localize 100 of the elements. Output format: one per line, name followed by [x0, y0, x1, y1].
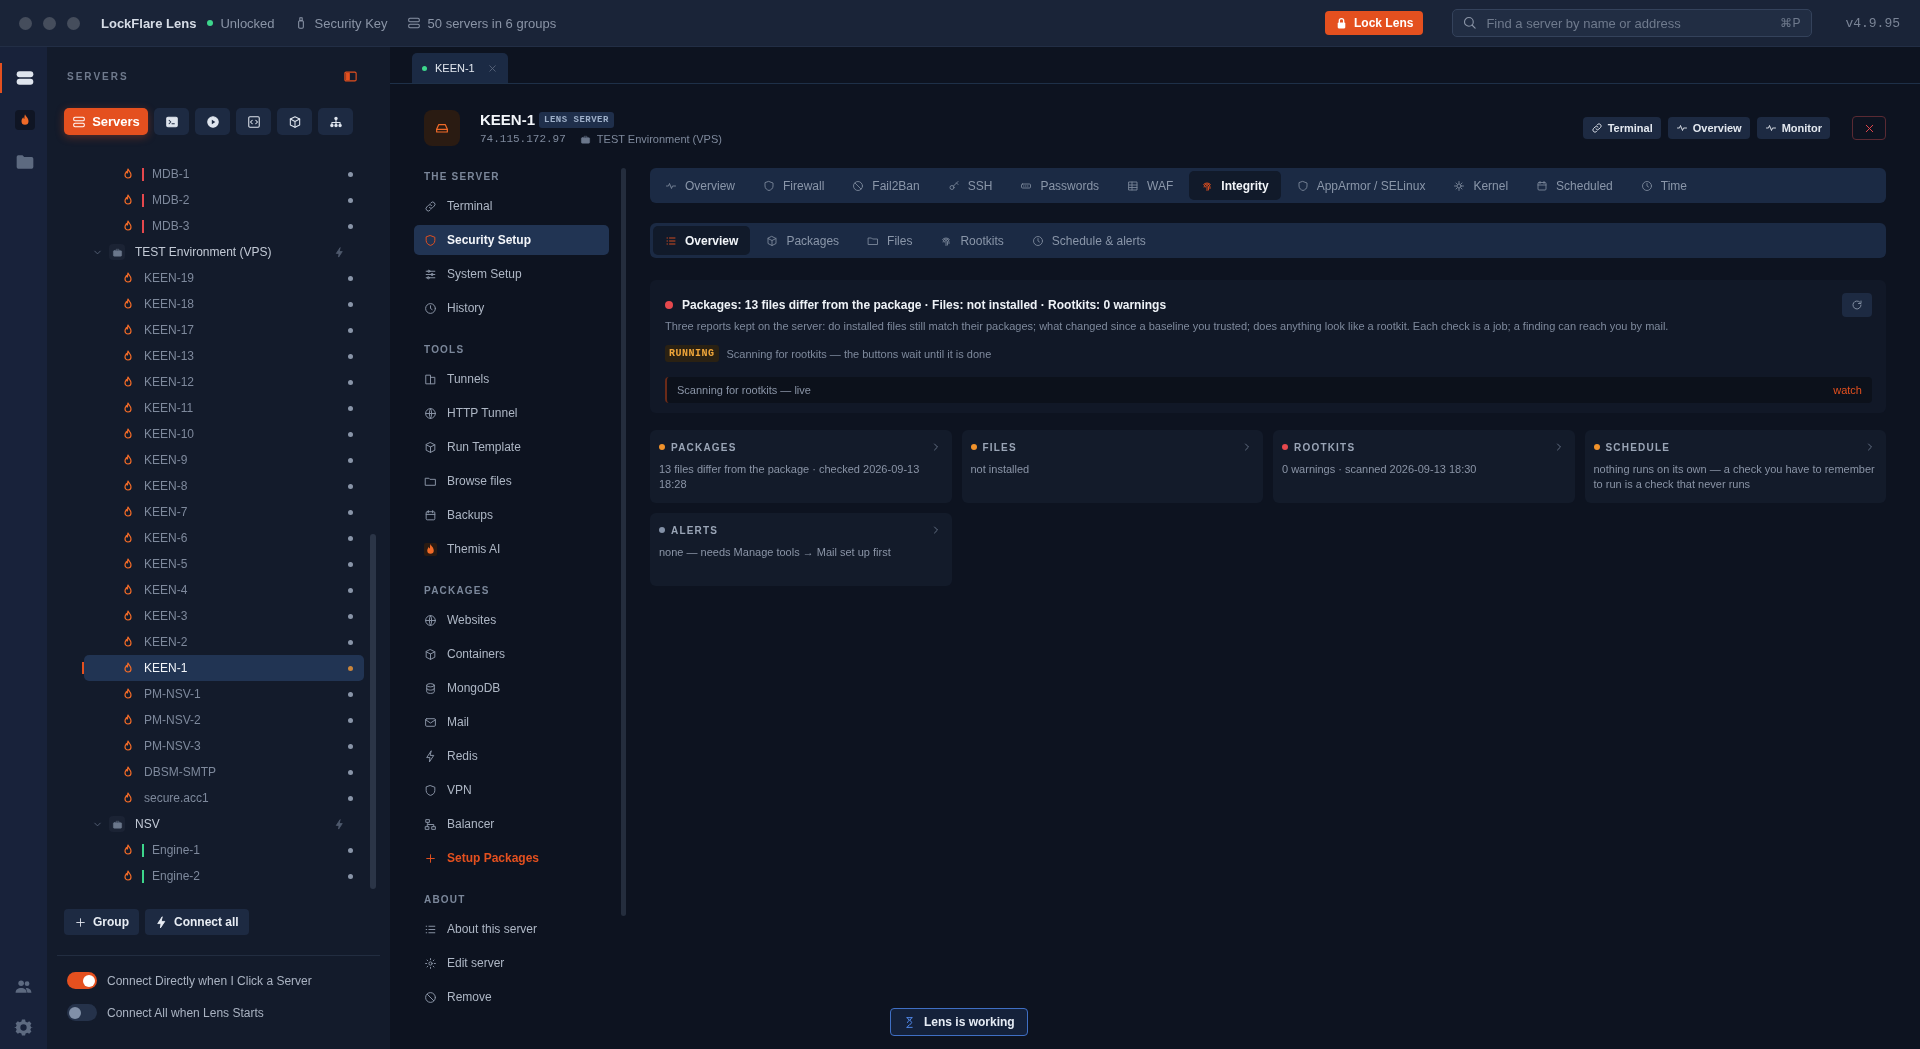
scrollbar-thumb[interactable] — [621, 168, 626, 916]
server-row[interactable]: KEEN-18 — [84, 291, 364, 317]
nav-item[interactable]: Security Setup — [414, 225, 609, 255]
toggle-switch[interactable] — [67, 1004, 97, 1021]
sidebar-tab[interactable] — [154, 108, 189, 135]
nav-item[interactable]: Browse files — [414, 466, 609, 496]
server-row[interactable]: KEEN-13 — [84, 343, 364, 369]
nav-item[interactable]: Setup Packages — [414, 843, 609, 873]
section-tab[interactable]: WAF — [1115, 171, 1186, 200]
overview-button[interactable]: Overview — [1667, 117, 1750, 139]
server-row[interactable]: MDB-1 — [84, 161, 364, 187]
server-row[interactable]: KEEN-6 — [84, 525, 364, 551]
scrollbar-thumb[interactable] — [370, 534, 376, 889]
nav-item[interactable]: Mail — [414, 707, 609, 737]
sidebar-tab[interactable] — [277, 108, 312, 135]
section-tab[interactable]: Time — [1628, 171, 1700, 200]
close-icon[interactable] — [486, 62, 498, 74]
section-tab[interactable]: Scheduled — [1524, 171, 1625, 200]
nav-item[interactable]: HTTP Tunnel — [414, 398, 609, 428]
add-group-button[interactable]: Group — [64, 909, 139, 935]
connect-all-button[interactable]: Connect all — [145, 909, 249, 935]
nav-item[interactable]: Containers — [414, 639, 609, 669]
view-tab[interactable]: Packages — [754, 226, 852, 255]
nav-item[interactable]: Balancer — [414, 809, 609, 839]
group-row[interactable]: TEST Environment (VPS) — [84, 239, 364, 265]
server-row[interactable]: KEEN-12 — [84, 369, 364, 395]
report-card[interactable]: ROOTKITS 0 warnings · scanned 2026-09-13 18:30 — [1273, 430, 1575, 503]
server-row[interactable]: KEEN-2 — [84, 629, 364, 655]
server-row[interactable]: secure.acc1 — [84, 785, 364, 811]
maximize-window-button[interactable] — [67, 16, 80, 30]
section-tab[interactable]: Firewall — [751, 171, 837, 200]
server-row[interactable]: KEEN-3 — [84, 603, 364, 629]
nav-item[interactable]: MongoDB — [414, 673, 609, 703]
section-tab[interactable]: Overview — [653, 171, 747, 200]
server-row[interactable]: KEEN-5 — [84, 551, 364, 577]
server-row[interactable]: PM-NSV-2 — [84, 707, 364, 733]
report-card[interactable]: FILES not installed — [961, 430, 1263, 503]
server-row[interactable]: KEEN-9 — [84, 447, 364, 473]
nav-item[interactable]: Edit server — [414, 948, 609, 978]
server-row[interactable]: PM-NSV-3 — [84, 733, 364, 759]
section-tab[interactable]: SSH — [935, 171, 1005, 200]
servers-tab[interactable]: Servers — [64, 108, 148, 135]
servers-summary: 50 servers in 6 groups — [427, 15, 557, 31]
nav-item[interactable]: About this server — [414, 914, 609, 944]
server-row[interactable]: Engine-2 — [84, 863, 364, 889]
server-row[interactable]: MDB-2 — [84, 187, 364, 213]
report-card[interactable]: PACKAGES 13 files differ from the package · checked 2026-09-13 18:28 — [650, 430, 952, 503]
status-dot — [348, 535, 353, 541]
server-row[interactable]: KEEN-4 — [84, 577, 364, 603]
server-row[interactable]: KEEN-19 — [84, 265, 364, 291]
nav-item[interactable]: Themis AI — [414, 534, 609, 564]
nav-item[interactable]: System Setup — [414, 259, 609, 289]
sidebar-tab[interactable] — [318, 108, 353, 135]
nav-item[interactable]: Remove — [414, 982, 609, 1012]
nav-item[interactable]: Tunnels — [414, 364, 609, 394]
server-row[interactable]: MDB-3 — [84, 213, 364, 239]
lightning-icon[interactable] — [334, 246, 345, 258]
server-row[interactable]: KEEN-1 — [84, 655, 364, 681]
server-row[interactable]: Engine-1 — [84, 837, 364, 863]
server-tab[interactable]: KEEN-1 — [412, 53, 508, 83]
settings-icon[interactable] — [14, 1018, 33, 1037]
close-window-button[interactable] — [19, 16, 32, 30]
view-tab[interactable]: Schedule & alerts — [1019, 226, 1158, 255]
toggle-switch[interactable] — [67, 972, 97, 989]
view-tab[interactable]: Files — [855, 226, 925, 255]
view-tab[interactable]: Rootkits — [928, 226, 1016, 255]
server-row[interactable]: DBSM-SMTP — [84, 759, 364, 785]
report-card[interactable]: SCHEDULE nothing runs on its own — a check you have to remember to run is a check that never runs — [1584, 430, 1886, 503]
nav-item[interactable]: Websites — [414, 605, 609, 635]
sidebar-tab[interactable] — [195, 108, 230, 135]
nav-item[interactable]: Terminal — [414, 191, 609, 221]
server-row[interactable]: KEEN-17 — [84, 317, 364, 343]
section-tab[interactable]: Kernel — [1441, 171, 1521, 200]
sidebar-tab[interactable] — [236, 108, 271, 135]
nav-item[interactable]: Redis — [414, 741, 609, 771]
panel-toggle-icon[interactable] — [343, 69, 358, 84]
lock-button[interactable]: Lock Lens — [1325, 11, 1424, 35]
section-tab[interactable]: Passwords — [1008, 171, 1112, 200]
nav-item[interactable]: VPN — [414, 775, 609, 805]
server-row[interactable]: KEEN-11 — [84, 395, 364, 421]
server-row[interactable]: KEEN-8 — [84, 473, 364, 499]
minimize-window-button[interactable] — [43, 16, 56, 30]
nav-item[interactable]: Run Template — [414, 432, 609, 462]
server-row[interactable]: KEEN-10 — [84, 421, 364, 447]
server-row[interactable]: KEEN-7 — [84, 499, 364, 525]
refresh-button[interactable] — [1842, 293, 1872, 317]
close-button[interactable] — [1852, 116, 1886, 140]
section-tab[interactable]: Integrity — [1189, 171, 1281, 200]
watch-link[interactable]: watch — [1833, 384, 1862, 396]
view-tab[interactable]: Overview — [653, 226, 751, 255]
server-row[interactable]: PM-NSV-1 — [84, 681, 364, 707]
lightning-icon[interactable] — [334, 818, 345, 830]
nav-item[interactable]: Backups — [414, 500, 609, 530]
report-card[interactable]: ALERTS none — needs Manage tools → Mail set up first — [650, 513, 952, 586]
group-row[interactable]: NSV — [84, 811, 364, 837]
terminal-button[interactable]: Terminal — [1582, 117, 1661, 139]
nav-item[interactable]: History — [414, 293, 609, 323]
section-tab[interactable]: AppArmor / SELinux — [1284, 171, 1438, 200]
section-tab[interactable]: Fail2Ban — [840, 171, 932, 200]
monitor-button[interactable]: Monitor — [1756, 117, 1830, 139]
